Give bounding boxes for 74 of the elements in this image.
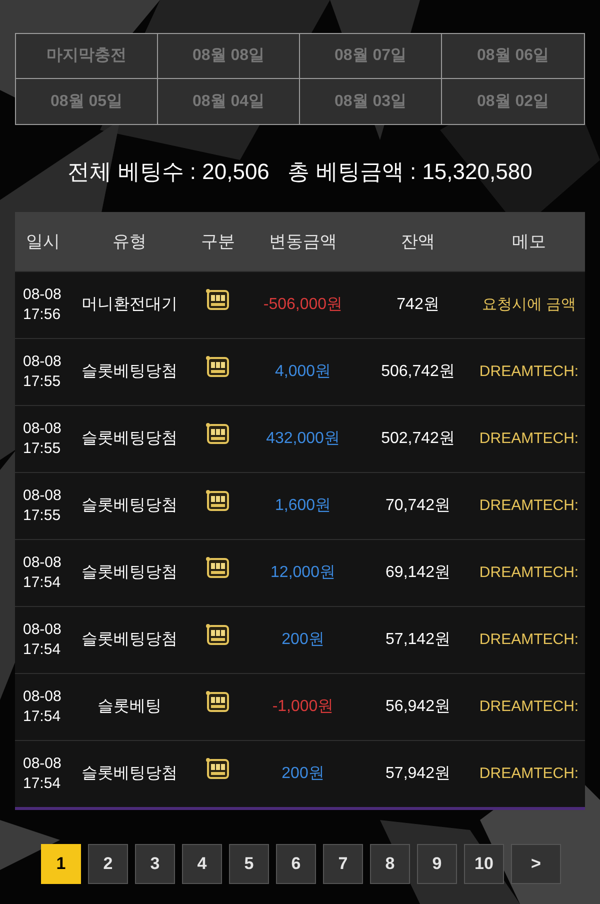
date-time: 08-08 xyxy=(23,687,62,707)
date-time: 17:55 xyxy=(23,372,61,392)
page-button[interactable]: 8 xyxy=(370,844,410,884)
page-button[interactable]: 7 xyxy=(323,844,363,884)
date-time: 08-08 xyxy=(23,486,62,506)
date-time: 17:56 xyxy=(23,305,61,325)
date-time: 08-08 xyxy=(23,620,62,640)
type-cell-text: 머니환전대기 xyxy=(82,295,178,315)
page-button[interactable]: 5 xyxy=(229,844,269,884)
type-cell-text: 슬롯베팅 xyxy=(98,697,162,717)
amount-cell-text: 432,000원 xyxy=(266,429,340,449)
date-time: 17:55 xyxy=(23,439,61,459)
balance-cell-text: 742원 xyxy=(396,295,440,315)
date-time: 17:54 xyxy=(23,640,61,660)
page-button[interactable]: 6 xyxy=(276,844,316,884)
balance-cell-text: 506,742원 xyxy=(381,362,455,382)
memo-cell-text: DREAMTECH: xyxy=(479,764,579,784)
slot-machine-icon xyxy=(205,556,231,580)
amount-cell-text: -506,000원 xyxy=(263,295,343,315)
column-header: 메모 xyxy=(512,230,546,253)
type-cell-text: 슬롯베팅당첨 xyxy=(82,630,178,650)
slot-machine-icon xyxy=(205,623,231,647)
amount-cell-text: 12,000원 xyxy=(270,563,336,583)
slot-machine-icon xyxy=(205,757,231,781)
amount-cell-text: 4,000원 xyxy=(274,362,332,382)
date-time: 17:54 xyxy=(23,707,61,727)
date-time: 08-08 xyxy=(23,352,62,372)
type-cell-text: 슬롯베팅당첨 xyxy=(82,362,178,382)
column-header: 일시 xyxy=(26,230,60,253)
date-time: 08-08 xyxy=(23,285,62,305)
page-button[interactable]: 4 xyxy=(182,844,222,884)
type-cell-text: 슬롯베팅당첨 xyxy=(82,563,178,583)
date-time: 08-08 xyxy=(23,553,62,573)
column-header: 변동금액 xyxy=(269,230,337,253)
page-button[interactable]: > xyxy=(511,844,561,884)
slot-machine-icon xyxy=(205,355,231,379)
column-header: 잔액 xyxy=(401,230,435,253)
balance-cell-text: 502,742원 xyxy=(381,429,455,449)
amount-cell-text: 200원 xyxy=(282,764,324,784)
balance-cell-text: 69,142원 xyxy=(386,563,450,583)
memo-cell-text: DREAMTECH: xyxy=(479,428,579,449)
slot-machine-icon xyxy=(205,422,231,446)
page-button[interactable]: 10 xyxy=(464,844,504,884)
memo-cell-text: DREAMTECH: xyxy=(479,496,579,516)
column-header: 유형 xyxy=(112,230,146,253)
memo-cell-text: DREAMTECH: xyxy=(479,362,579,382)
memo-cell-text: DREAMTECH: xyxy=(479,630,579,650)
date-time: 17:54 xyxy=(23,774,61,794)
amount-cell-text: -1,000원 xyxy=(272,697,334,717)
balance-cell-text: 57,942원 xyxy=(386,764,450,784)
date-time: 08-08 xyxy=(23,419,62,439)
slot-machine-icon xyxy=(205,288,231,312)
slot-machine-icon xyxy=(205,489,231,513)
amount-cell-text: 1,600원 xyxy=(274,496,332,516)
date-time: 17:54 xyxy=(23,573,61,593)
memo-cell-text: DREAMTECH: xyxy=(479,562,579,583)
page-button[interactable]: 9 xyxy=(417,844,457,884)
date-time: 08-08 xyxy=(23,754,62,774)
type-cell-text: 슬롯베팅당첨 xyxy=(82,429,178,449)
page-button[interactable]: 3 xyxy=(135,844,175,884)
page-button[interactable]: 2 xyxy=(88,844,128,884)
balance-cell-text: 70,742원 xyxy=(386,496,450,516)
balance-cell-text: 56,942원 xyxy=(386,697,450,717)
betting-summary: 전체 베팅수 : 20,506 총 베팅금액 : 15,320,580 xyxy=(66,158,534,186)
balance-cell-text: 57,142원 xyxy=(386,630,450,650)
column-header: 구분 xyxy=(201,230,235,253)
page-button[interactable]: 1 xyxy=(41,844,81,884)
memo-cell-text: DREAMTECH: xyxy=(479,696,579,717)
type-cell-text: 슬롯베팅당첨 xyxy=(82,496,178,516)
date-time: 17:55 xyxy=(23,506,61,526)
type-cell-text: 슬롯베팅당첨 xyxy=(82,764,178,784)
memo-cell-text: 요청시에 금액 xyxy=(482,294,576,315)
slot-machine-icon xyxy=(205,690,231,714)
amount-cell-text: 200원 xyxy=(282,630,324,650)
